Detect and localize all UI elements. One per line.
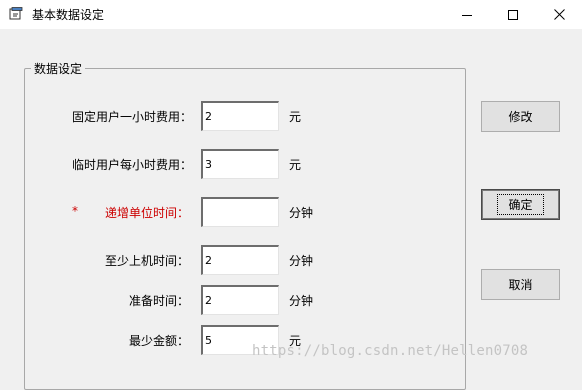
fixed-user-hourly-fee-unit: 元 bbox=[289, 110, 302, 124]
prep-time-label: 准备时间： bbox=[129, 294, 190, 308]
close-icon bbox=[553, 9, 565, 20]
temp-user-hourly-fee-input[interactable] bbox=[201, 149, 279, 179]
fixed-user-hourly-fee-label: 固定用户一小时费用： bbox=[72, 110, 193, 124]
min-online-time-input[interactable] bbox=[201, 245, 279, 275]
modify-button[interactable]: 修改 bbox=[481, 101, 560, 132]
modify-button-label: 修改 bbox=[508, 110, 533, 124]
temp-user-hourly-fee-unit: 元 bbox=[289, 158, 302, 172]
cancel-button-label: 取消 bbox=[508, 278, 533, 292]
close-button[interactable] bbox=[536, 0, 582, 29]
groupbox-legend: 数据设定 bbox=[31, 60, 86, 77]
window-title: 基本数据设定 bbox=[32, 8, 105, 22]
watermark: https://blog.csdn.net/Hellen0708 bbox=[252, 343, 529, 359]
app-icon bbox=[9, 7, 23, 20]
min-amount-label: 最少金额： bbox=[129, 334, 190, 348]
maximize-icon bbox=[508, 9, 518, 20]
prep-time-unit: 分钟 bbox=[289, 294, 314, 308]
confirm-button-label: 确定 bbox=[497, 194, 544, 215]
required-marker: * bbox=[72, 204, 78, 218]
maximize-button[interactable] bbox=[490, 0, 536, 29]
fixed-user-hourly-fee-input[interactable] bbox=[201, 101, 279, 131]
increment-unit-time-label: 递增单位时间： bbox=[105, 206, 190, 220]
temp-user-hourly-fee-label: 临时用户每小时费用： bbox=[72, 158, 193, 172]
minimize-button[interactable] bbox=[444, 0, 490, 29]
cancel-button[interactable]: 取消 bbox=[481, 269, 560, 300]
increment-unit-time-unit: 分钟 bbox=[289, 206, 314, 220]
title-bar: 基本数据设定 bbox=[0, 0, 582, 29]
increment-unit-time-input[interactable] bbox=[201, 197, 279, 227]
min-online-time-label: 至少上机时间： bbox=[105, 254, 190, 268]
minimize-icon bbox=[462, 14, 472, 16]
confirm-button[interactable]: 确定 bbox=[481, 189, 560, 220]
prep-time-input[interactable] bbox=[201, 285, 279, 315]
min-online-time-unit: 分钟 bbox=[289, 254, 314, 268]
